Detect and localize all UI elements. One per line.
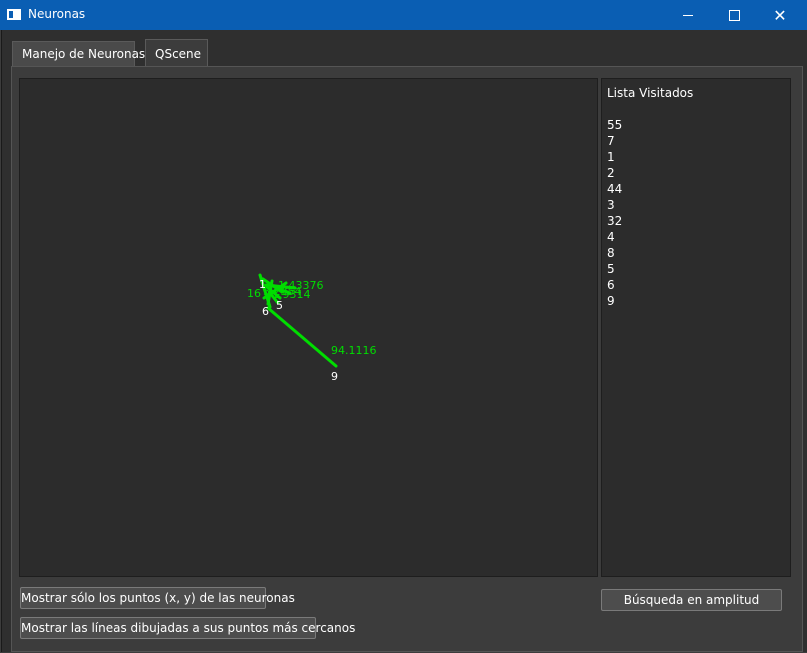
close-button[interactable]: ✕: [757, 0, 803, 30]
visited-list-item[interactable]: 9: [607, 293, 785, 309]
close-icon: ✕: [773, 5, 787, 25]
maximize-icon: [728, 9, 740, 21]
visited-list-item[interactable]: 2: [607, 165, 785, 181]
tab-qscene[interactable]: QScene: [145, 39, 208, 66]
visited-list-item[interactable]: 8: [607, 245, 785, 261]
visited-list-item[interactable]: 6: [607, 277, 785, 293]
app-icon: [7, 9, 21, 20]
visited-list-item[interactable]: 3: [607, 197, 785, 213]
tab-manejo-de-neuronas[interactable]: Manejo de Neuronas: [12, 41, 145, 66]
node-label-6: 6: [262, 305, 269, 318]
title-bar: Neuronas ✕: [0, 0, 807, 30]
edge-6-9: [266, 306, 338, 368]
edge-weight-label: 94.1116: [331, 344, 377, 357]
visited-items: 55 7 1 2 44 3 32 4 8 5 6 9: [607, 117, 785, 309]
show-points-button[interactable]: Mostrar sólo los puntos (x, y) de las ne…: [20, 587, 295, 609]
visited-list-item[interactable]: 1: [607, 149, 785, 165]
visited-list-item[interactable]: 4: [607, 229, 785, 245]
visited-list-item[interactable]: 7: [607, 133, 785, 149]
maximize-button[interactable]: [711, 0, 757, 30]
visited-list-item[interactable]: 32: [607, 213, 785, 229]
visited-list-item[interactable]: 5: [607, 261, 785, 277]
scene-canvas: 1.43376 5.2354 1.9314 94.1116 9 6 5 16 1: [247, 273, 377, 383]
node-label-1: 1: [259, 278, 266, 291]
graphics-scene[interactable]: 1.43376 5.2354 1.9314 94.1116 9 6 5 16 1: [19, 78, 598, 577]
window-title: Neuronas: [28, 7, 86, 21]
minimize-icon: [683, 14, 693, 16]
node-label-5: 5: [276, 299, 283, 312]
node-label-9: 9: [331, 370, 338, 383]
visited-list-heading: Lista Visitados: [607, 86, 694, 100]
minimize-button[interactable]: [665, 0, 711, 30]
show-lines-button[interactable]: Mostrar las líneas dibujadas a sus punto…: [20, 617, 355, 639]
visited-list[interactable]: Lista Visitados 55 7 1 2 44 3 32 4 8 5 6 9: [601, 78, 791, 577]
breadth-first-search-button[interactable]: Búsqueda en amplitud: [601, 589, 782, 611]
visited-list-item[interactable]: 44: [607, 181, 785, 197]
visited-list-item[interactable]: 55: [607, 117, 785, 133]
